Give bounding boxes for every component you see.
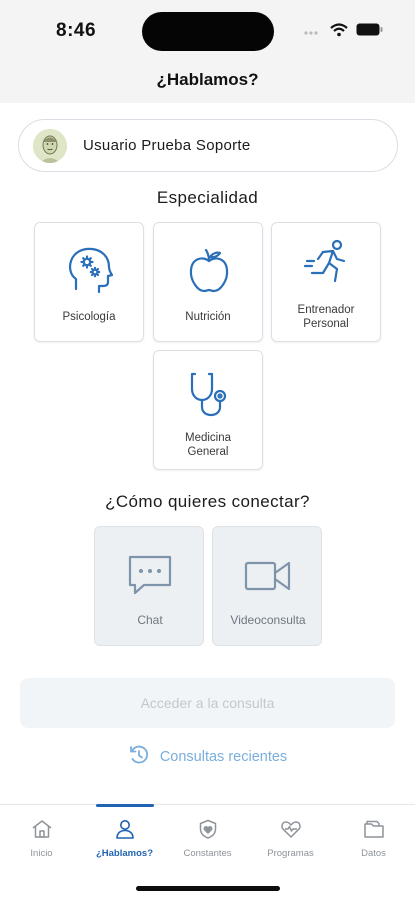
recent-consultations-link[interactable]: Consultas recientes (0, 744, 415, 770)
tab-label: Datos (361, 848, 386, 859)
battery-icon (356, 23, 383, 41)
connect-chat-option[interactable]: Chat (94, 526, 204, 646)
signal-dots-icon (304, 23, 322, 41)
specialty-entrenador-personal[interactable]: Entrenador Personal (271, 222, 381, 342)
status-time: 8:46 (56, 20, 97, 41)
specialty-label-line: General (187, 446, 229, 458)
tab-hablamos[interactable]: ¿Hablamos? (83, 804, 166, 865)
connect-option-label: Chat (137, 613, 163, 627)
connect-video-option[interactable]: Videoconsulta (212, 526, 322, 646)
recent-consultations-label: Consultas recientes (159, 749, 288, 765)
top-bar: 8:46 ¿Hablamos? (0, 0, 415, 103)
specialty-label-line: Personal (303, 318, 349, 330)
history-icon (128, 744, 150, 770)
person-icon (114, 819, 136, 844)
specialty-medicina-general[interactable]: Medicina General (153, 350, 263, 470)
specialty-title: Especialidad (156, 188, 259, 207)
tab-label: Constantes (183, 848, 232, 859)
tab-label: ¿Hablamos? (95, 848, 153, 859)
connect-title: ¿Cómo quieres conectar? (105, 492, 310, 511)
specialty-label-line: Medicina (184, 432, 232, 444)
tab-label: Programas (267, 848, 314, 859)
user-name: Usuario Prueba Soporte (83, 137, 251, 154)
tab-label: Inicio (30, 848, 53, 859)
page-title: ¿Hablamos? (156, 70, 259, 89)
access-consultation-button[interactable]: Acceder a la consulta (20, 678, 395, 728)
tab-programas[interactable]: Programas (249, 805, 332, 865)
specialty-label: Entrenador Personal (276, 303, 376, 331)
avatar (33, 128, 67, 163)
status-bar: 8:46 (0, 0, 415, 62)
specialty-label: Nutrición (185, 311, 231, 323)
tab-inicio[interactable]: Inicio (0, 805, 83, 865)
wifi-icon (330, 22, 348, 42)
specialty-label-line: Entrenador (297, 304, 355, 316)
chat-bubble-icon (95, 551, 205, 601)
home-indicator (136, 886, 280, 891)
apple-icon (154, 241, 264, 301)
folder-icon (363, 819, 385, 844)
running-person-icon (272, 233, 382, 293)
active-tab-indicator (96, 804, 154, 807)
specialty-label: Psicología (62, 311, 116, 323)
tab-datos[interactable]: Datos (332, 805, 415, 865)
video-camera-icon (213, 551, 323, 601)
user-selector[interactable]: Usuario Prueba Soporte (18, 119, 398, 172)
brain-head-icon (35, 241, 145, 301)
specialty-label: Medicina General (158, 431, 258, 459)
status-icons (304, 22, 383, 42)
stethoscope-icon (154, 365, 264, 425)
dynamic-island (142, 12, 274, 51)
heart-icon (280, 819, 302, 844)
connect-option-label: Videoconsulta (230, 613, 306, 627)
specialty-nutricion[interactable]: Nutrición (153, 222, 263, 342)
home-icon (31, 819, 53, 844)
tab-constantes[interactable]: Constantes (166, 805, 249, 865)
heart-shield-icon (197, 819, 219, 844)
specialty-psicologia[interactable]: Psicología (34, 222, 144, 342)
